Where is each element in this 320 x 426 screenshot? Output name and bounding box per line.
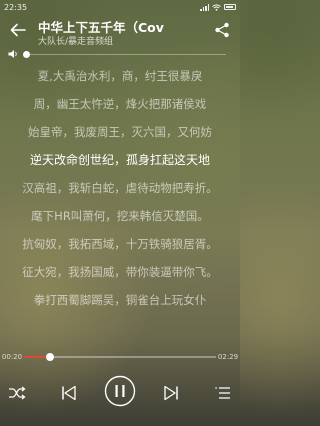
- volume-knob[interactable]: [23, 50, 30, 58]
- elapsed-time: 00:20: [1, 353, 23, 361]
- progress-knob[interactable]: [45, 352, 54, 361]
- volume-icon: [8, 48, 20, 60]
- lyric-line: 麾下HR叫萧何，挖来韩信灭楚国。: [31, 209, 209, 223]
- total-time: 02:29: [217, 353, 239, 361]
- lyric-line: 始皇帝，我废周王，灭六国，又何妨: [28, 125, 212, 139]
- battery-icon: [224, 4, 236, 10]
- wifi-icon: [212, 3, 221, 11]
- lyric-line: 征大宛，我扬国威，带你装逼带你飞。: [22, 265, 218, 279]
- progress-row: 00:20 02:29: [0, 349, 240, 365]
- shuffle-button[interactable]: [6, 382, 28, 404]
- playlist-button[interactable]: [212, 382, 234, 404]
- playlist-icon: [215, 387, 230, 399]
- next-button[interactable]: [160, 382, 182, 404]
- share-icon: [215, 22, 229, 38]
- progress-bar[interactable]: [24, 352, 216, 361]
- previous-icon: [62, 385, 76, 401]
- pause-icon: [104, 375, 136, 407]
- status-indicators: [200, 3, 236, 11]
- status-bar: 22:35: [0, 0, 240, 14]
- lyric-line-current: 逆天改命创世纪，孤身扛起这天地: [29, 153, 210, 167]
- artist-name[interactable]: 大队长/暴走音频组: [38, 34, 113, 47]
- lyric-line: 汉高祖，我斩白蛇，虐待动物把寿折。: [22, 181, 218, 195]
- next-icon: [164, 385, 178, 401]
- previous-button[interactable]: [58, 382, 80, 404]
- lyric-line: 周，幽王太忤逆，烽火把那诸侯戏: [33, 97, 207, 111]
- signal-icon: [200, 3, 209, 11]
- playback-controls: [0, 370, 240, 414]
- lyric-line: 拳打西蜀脚踢吴，铜雀台上玩女仆: [33, 293, 207, 307]
- share-button[interactable]: [212, 20, 232, 40]
- volume-control: [8, 48, 232, 60]
- back-button[interactable]: [8, 20, 28, 40]
- lyrics-panel[interactable]: 夏,大禹治水利，商，纣王很暴戾 周，幽王太忤逆，烽火把那诸侯戏 始皇帝，我废周王，灭…: [0, 62, 240, 354]
- lyric-line: 夏,大禹治水利，商，纣王很暴戾: [37, 69, 203, 83]
- player-header: 中华上下五千年（Cov 大队长/暴走音频组: [0, 14, 240, 52]
- lyric-line: 抗匈奴，我拓西域，十万铁骑狼居胥。: [22, 237, 218, 251]
- shuffle-icon: [9, 386, 26, 400]
- status-time: 22:35: [4, 2, 28, 12]
- back-arrow-icon: [10, 23, 26, 37]
- pause-button[interactable]: [104, 375, 136, 407]
- volume-slider[interactable]: [23, 50, 226, 58]
